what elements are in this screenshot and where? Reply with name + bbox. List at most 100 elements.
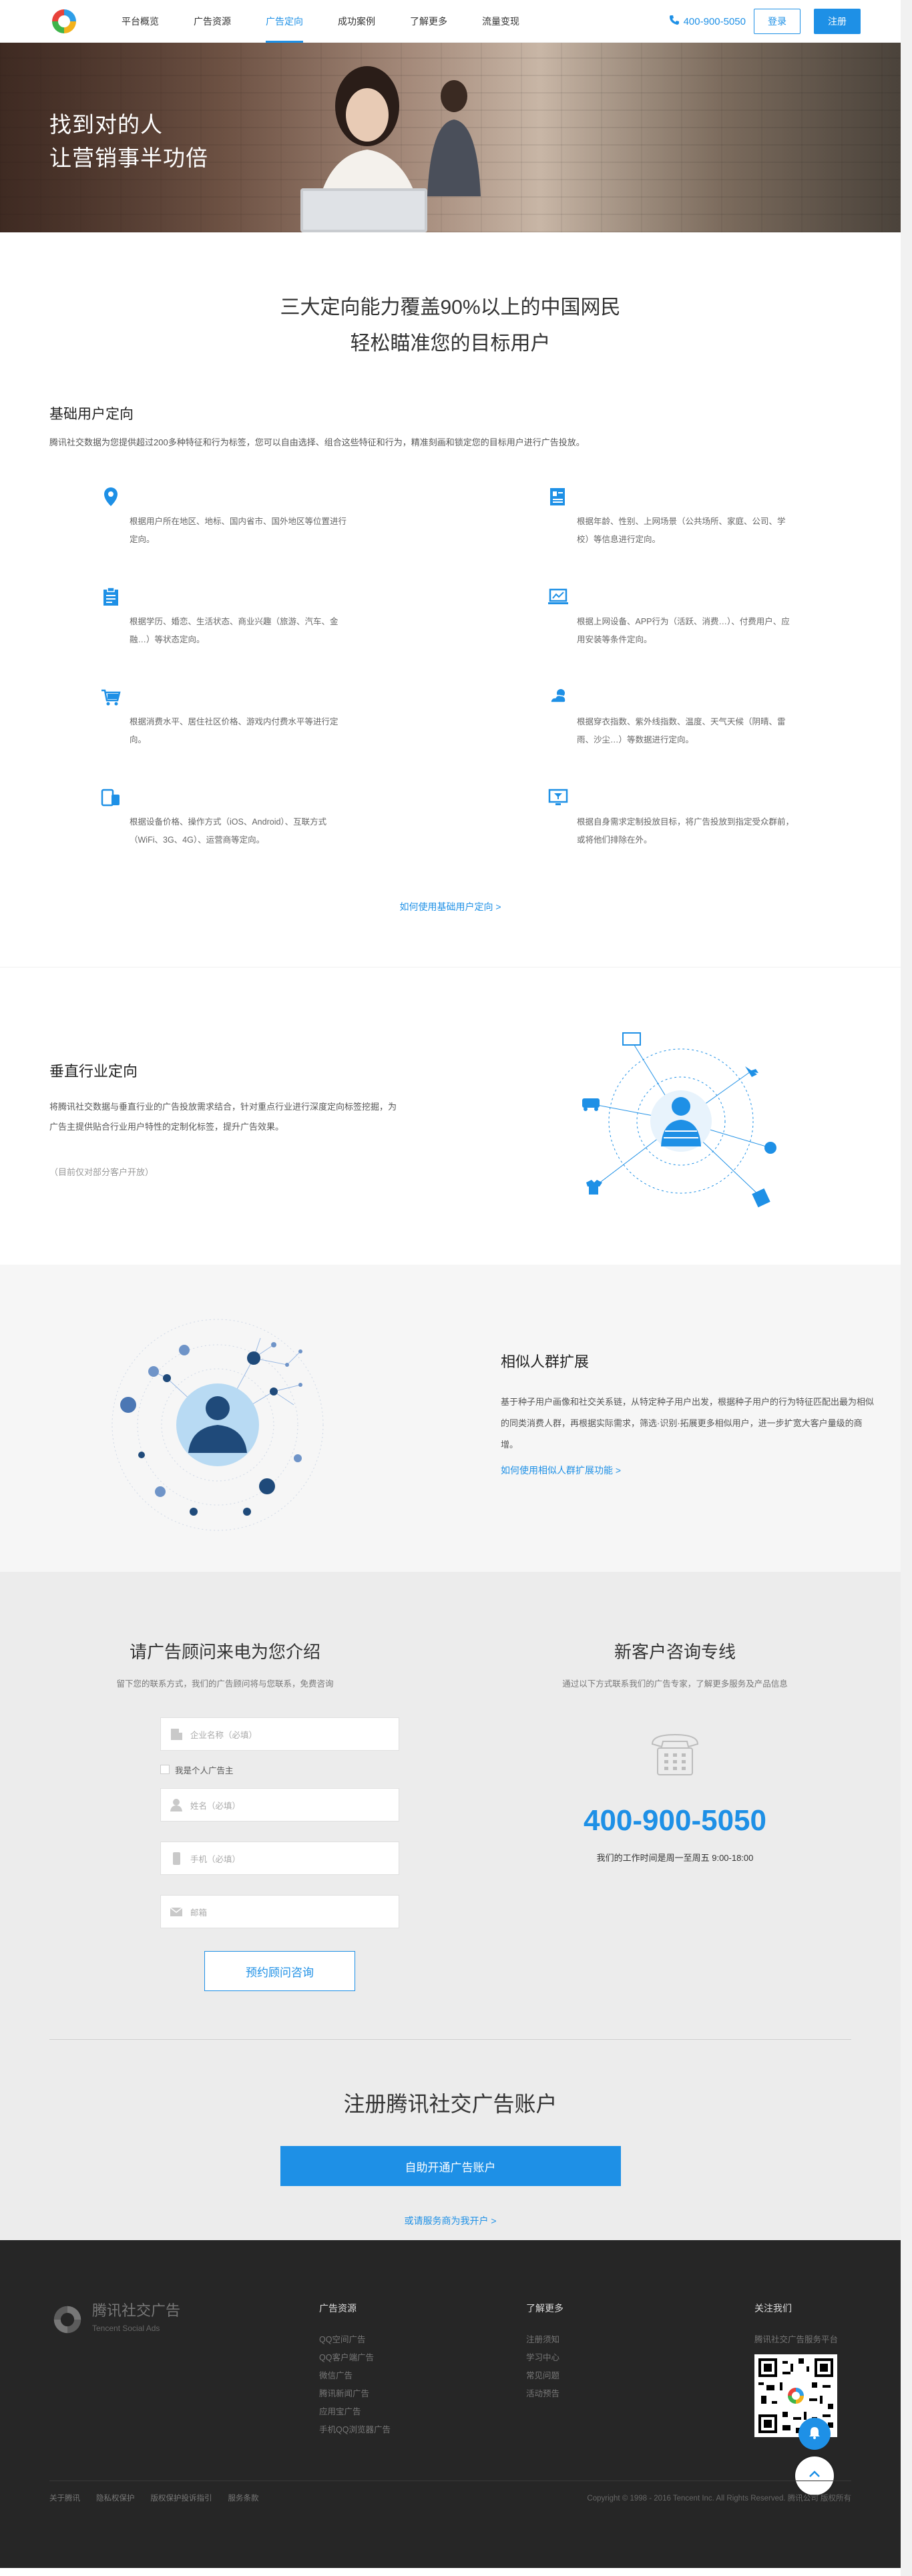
footer-link[interactable]: 常见问题 [526,2367,563,2385]
section-divider [49,2039,851,2040]
agent-open-account-link[interactable]: 或请服务商为我开户 > [0,2214,901,2227]
hero-background-man-image [427,80,481,196]
footer-brand-english: Tencent Social Ads [92,2324,160,2333]
mail-icon [169,1904,184,1919]
checkbox-box[interactable] [160,1765,170,1774]
chevron-up-icon [807,2466,823,2486]
footer-link[interactable]: 应用宝广告 [319,2403,391,2421]
footer-bottom-link[interactable]: 服务条款 [228,2493,259,2503]
hotline-subtitle: 通过以下方式联系我们的广告专家，了解更多服务及产品信息 [562,1679,788,1689]
footer-col-resources: 广告资源 QQ空间广告 QQ客户端广告 微信广告 腾讯新闻广告 应用宝广告 手机… [319,2302,391,2439]
main-nav: 平台概览 广告资源 广告定向 成功案例 了解更多 流量变现 [104,0,537,43]
footer-col-learn-more: 了解更多 注册须知 学习中心 常见问题 活动预告 [526,2302,563,2403]
footer-link[interactable]: QQ空间广告 [319,2331,391,2349]
personal-advertiser-checkbox[interactable]: 我是个人广告主 [160,1761,401,1777]
lookalike-title: 相似人群扩展 [501,1353,590,1370]
lookalike-desc: 基于种子用户画像和社交关系链，从特定种子用户出发，根据种子用户的行为特征匹配出最… [501,1397,875,1450]
header-phone-number: 400-900-5050 [683,15,746,27]
email-field[interactable]: 邮箱 [160,1895,399,1928]
register-title: 注册腾讯社交广告账户 [343,2092,557,2116]
footer-bottom-links: 关于腾讯 隐私权保护 版权保护投诉指引 服务条款 [49,2493,259,2503]
footer-link[interactable]: 手机QQ浏览器广告 [319,2421,391,2439]
lookalike-help-link[interactable]: 如何使用相似人群扩展功能 > [501,1464,621,1477]
basic-targeting-title: 基础用户定向 [49,407,134,422]
nav-learn-more[interactable]: 了解更多 [393,0,465,43]
feature-text: 根据自身需求定制投放目标，将广告投放到指定受众群前，或将他们排除在外。 [577,817,794,845]
consult-subtitle: 留下您的联系方式，我们的广告顾问将与您联系，免费咨询 [116,1679,334,1689]
company-name-placeholder: 企业名称（必填） [190,1730,258,1740]
footer-col-title: 了解更多 [526,2303,563,2314]
vertical-desc: 将腾讯社交数据与垂直行业的广告投放需求结合，针对重点行业进行深度定向标签挖掘，为… [49,1102,397,1132]
mobile-placeholder: 手机（必填） [190,1854,241,1864]
feature-text: 根据设备价格、操作方式（iOS、Android）、互联方式（WiFi、3G、4G… [130,817,327,845]
shopping-cart-icon [100,686,122,708]
vertical-title: 垂直行业定向 [49,1063,138,1080]
footer-link[interactable]: 活动预告 [526,2385,563,2403]
name-field[interactable]: 姓名（必填） [160,1788,399,1821]
hotline-number[interactable]: 400-900-5050 [450,1804,900,1838]
phone-icon [669,15,680,28]
consult-title: 请广告顾问来电为您介绍 [129,1642,320,1662]
feature-text: 根据穿衣指数、紫外线指数、温度、天气天候（阴晴、雷雨、沙尘…）等数据进行定向。 [577,717,786,744]
headline-line-2: 轻松瞄准您的目标用户 [350,333,551,355]
register-account-block: 注册腾讯社交广告账户 自助开通广告账户 或请服务商为我开户 > [0,2087,901,2227]
personal-advertiser-label: 我是个人广告主 [175,1765,234,1775]
feature-text: 根据用户所在地区、地标、国内省市、国外地区等位置进行定向。 [130,517,347,544]
nav-monetization[interactable]: 流量变现 [465,0,537,43]
tencent-logo[interactable] [48,5,80,37]
lookalike-section: 相似人群扩展 基于种子用户画像和社交关系链，从特定种子用户出发，根据种子用户的行… [0,1265,901,1572]
vertical-targeting-section: 垂直行业定向 将腾讯社交数据与垂直行业的广告投放需求结合，针对重点行业进行深度定… [0,967,901,1265]
footer-bottom-link[interactable]: 版权保护投诉指引 [151,2493,212,2503]
footer-link[interactable]: 腾讯社交广告服务平台 [754,2331,838,2349]
self-service-open-account-button[interactable]: 自助开通广告账户 [280,2146,621,2186]
nav-cases[interactable]: 成功案例 [320,0,393,43]
clipboard-icon [100,586,122,608]
hero-line-1: 找到对的人 [49,112,163,137]
online-service-button[interactable] [799,2418,831,2450]
footer-brand[interactable]: 腾讯社交广告 Tencent Social Ads [49,2302,180,2338]
footer-link[interactable]: 学习中心 [526,2349,563,2367]
book-consultation-button[interactable]: 预约顾问咨询 [204,1951,355,1991]
headline-line-1: 三大定向能力覆盖90%以上的中国网民 [280,296,621,318]
top-header: 平台概览 广告资源 广告定向 成功案例 了解更多 流量变现 400-900-50… [0,0,901,43]
feature-text: 根据上网设备、APP行为（活跃、消费…）、付费用户、应用安装等条件定向。 [577,617,790,644]
building-icon [169,1727,184,1741]
footer-link[interactable]: 腾讯新闻广告 [319,2385,391,2403]
footer-link[interactable]: 微信广告 [319,2367,391,2385]
nav-overview[interactable]: 平台概览 [104,0,176,43]
nav-ad-resources[interactable]: 广告资源 [176,0,248,43]
mobile-icon [169,1851,184,1866]
working-hours: 我们的工作时间是周一至周五 9:00-18:00 [596,1853,754,1863]
bell-icon [807,2425,822,2443]
footer-bottom-link[interactable]: 隐私权保护 [96,2493,135,2503]
basic-targeting-section: 三大定向能力覆盖90%以上的中国网民 轻松瞄准您的目标用户 基础用户定向 腾讯社… [0,232,901,967]
company-name-field[interactable]: 企业名称（必填） [160,1717,399,1751]
scrollbar-track[interactable] [901,0,912,2576]
basic-targeting-help-link[interactable]: 如何使用基础用户定向 > [0,900,901,913]
register-button[interactable]: 注册 [814,9,861,34]
footer-link[interactable]: QQ客户端广告 [319,2349,391,2367]
footer-link[interactable]: 注册须知 [526,2331,563,2349]
feature-text: 根据年龄、性别、上网场景（公共场所、家庭、公司、学校）等信息进行定向。 [577,517,786,544]
mobile-field[interactable]: 手机（必填） [160,1842,399,1875]
laptop-chart-icon [547,586,569,608]
weather-icon [547,686,569,708]
vertical-industry-illustration [582,1032,776,1208]
back-to-top-button[interactable] [795,2456,834,2495]
header-phone: 400-900-5050 [669,15,746,28]
footer-col-follow: 关注我们 腾讯社交广告服务平台 [754,2302,838,2437]
name-placeholder: 姓名（必填） [190,1801,241,1811]
monitor-filter-icon [547,787,569,808]
id-card-icon [547,486,569,507]
footer-bottom-link[interactable]: 关于腾讯 [49,2493,80,2503]
footer-col-title: 关注我们 [754,2303,792,2314]
contact-section: 请广告顾问来电为您介绍 留下您的联系方式，我们的广告顾问将与您联系，免费咨询 企… [0,1572,901,2240]
hero-line-2: 让营销事半功倍 [49,146,208,170]
footer-col-title: 广告资源 [319,2303,357,2314]
basic-targeting-desc: 腾讯社交数据为您提供超过200多种特征和行为标签，您可以自由选择、组合这些特征和… [49,437,585,447]
login-button[interactable]: 登录 [754,9,801,34]
telephone-icon [450,1729,900,1777]
nav-ad-targeting[interactable]: 广告定向 [248,0,320,43]
lookalike-network-illustration [111,1319,324,1531]
consult-form: 企业名称（必填） 我是个人广告主 姓名（必填） 手机（必填） 邮箱 [160,1717,401,1948]
